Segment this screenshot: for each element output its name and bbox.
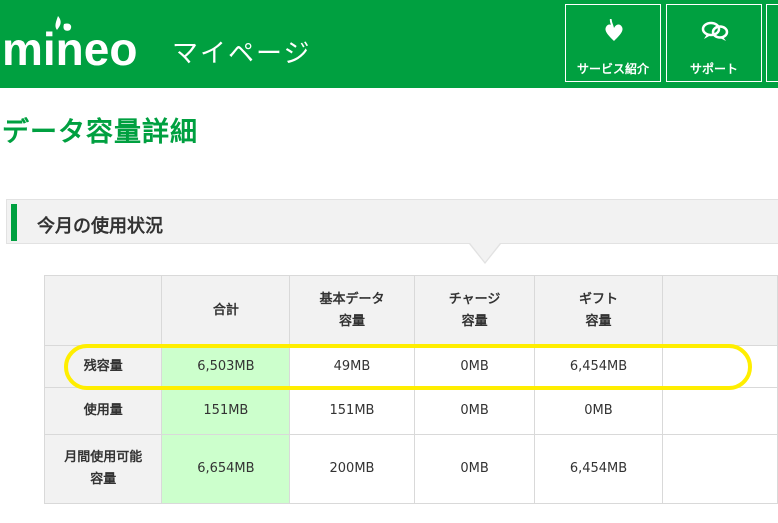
nav-service-intro-button[interactable]: サービス紹介 [565,4,661,82]
column-header-basic-line2: 容量 [338,313,365,329]
column-header-basic: 基本データ 容量 [289,275,415,346]
row-label-available-line2: 容量 [90,472,117,487]
nav-service-intro-label: サービス紹介 [576,62,649,76]
table-header-row: 合計 基本データ 容量 チャージ 容量 ギフト 容量 [43,275,778,346]
cell-remaining-extra [661,345,778,388]
cell-used-basic: 151MB [289,387,415,435]
cell-used-gift: 0MB [534,387,663,435]
cell-used-charge: 0MB [413,387,536,435]
brand-subtitle: マイページ [172,39,312,69]
cell-available-charge: 0MB [413,434,536,504]
cell-available-gift: 6,454MB [534,434,663,504]
column-header-basic-line1: 基本データ [319,291,385,307]
column-header-extra [661,275,778,346]
mineo-logo[interactable]: mineo [0,10,160,80]
section-header: 今月の使用状況 [6,199,778,244]
column-header-gift: ギフト 容量 [534,275,663,346]
cell-available-basic: 200MB [289,434,415,504]
brand-text: mineo [2,23,137,75]
section-accent-bar [11,204,17,241]
row-label-used: 使用量 [43,387,163,435]
data-usage-table: 合計 基本データ 容量 チャージ 容量 ギフト 容量 残容量 6,503MB 4… [43,275,778,504]
cell-remaining-basic: 49MB [289,345,415,388]
site-header: mineo マイページ サービス紹介 サポート [0,0,778,88]
table-row-available: 月間使用可能 容量 6,654MB 200MB 0MB 6,454MB [43,434,778,504]
column-header-gift-line2: 容量 [585,313,612,329]
section-arrow-fill [470,243,500,262]
column-header-charge-line2: 容量 [461,313,488,329]
cell-remaining-gift: 6,454MB [534,345,663,388]
nav-more-button[interactable] [766,4,778,82]
nav-support-button[interactable]: サポート [666,4,762,82]
cell-used-extra [661,387,778,435]
row-label-available-line1: 月間使用可能 [64,450,143,465]
column-header-charge: チャージ 容量 [413,275,536,346]
chat-bubbles-icon [701,21,729,41]
column-header-charge-line1: チャージ [448,291,501,307]
column-header-total: 合計 [161,275,291,346]
cell-used-total: 151MB [161,387,291,435]
cell-available-total: 6,654MB [161,434,291,504]
row-label-remaining: 残容量 [43,345,163,388]
column-header-total-line1: 合計 [212,302,239,318]
heart-leaf-icon [605,19,623,41]
page-title: データ容量詳細 [2,117,198,148]
cell-remaining-total: 6,503MB [161,345,291,388]
cell-remaining-charge: 0MB [413,345,536,388]
section-title: 今月の使用状況 [37,216,163,237]
table-corner-cell [43,275,163,346]
row-label-available: 月間使用可能 容量 [43,434,163,504]
table-row-used: 使用量 151MB 151MB 0MB 0MB [43,387,778,435]
cell-available-extra [661,434,778,504]
nav-support-label: サポート [689,62,738,76]
column-header-gift-line1: ギフト [578,291,618,307]
table-row-remaining: 残容量 6,503MB 49MB 0MB 6,454MB [43,345,778,388]
